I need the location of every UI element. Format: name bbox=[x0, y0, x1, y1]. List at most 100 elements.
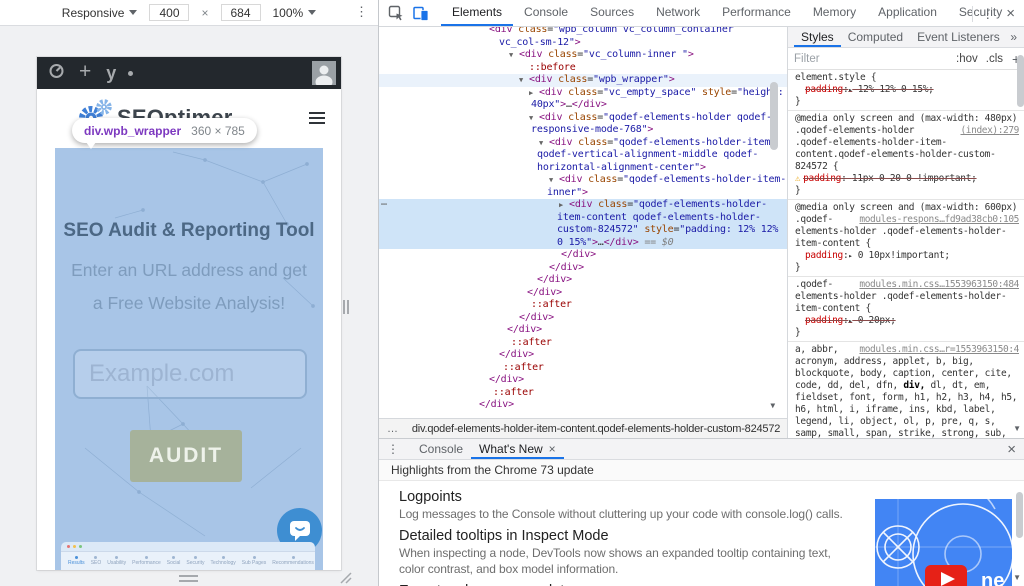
tab-application[interactable]: Application bbox=[867, 0, 948, 26]
tree-line[interactable]: vc_col-sm-12"> bbox=[379, 37, 787, 50]
breadcrumb-selected-node[interactable]: div.qodef-elements-holder-item-content.q… bbox=[412, 423, 780, 435]
style-rule-line[interactable]: acronym, address, applet, b, big, bbox=[795, 356, 1019, 368]
zoom-dropdown[interactable]: 100% bbox=[273, 6, 317, 20]
tree-line[interactable]: 0 15%">…</div> == $0 bbox=[379, 237, 787, 250]
whatsnew-item-title[interactable]: Logpoints bbox=[399, 489, 855, 505]
style-rule-line[interactable]: item-content { bbox=[795, 303, 1019, 315]
styles-scrollbar-thumb[interactable] bbox=[1017, 55, 1024, 107]
tab-memory[interactable]: Memory bbox=[802, 0, 867, 26]
style-rule-line[interactable]: @media only screen and (max-width: 480px… bbox=[795, 113, 1019, 125]
tree-line[interactable]: qodef-vertical-alignment-middle qodef- bbox=[379, 149, 787, 162]
tree-line[interactable]: ::after bbox=[379, 362, 787, 375]
style-rule-line[interactable]: modules.min.css…1553963150:484.qodef- bbox=[795, 279, 1019, 291]
sidebar-tabs-overflow-icon[interactable]: » bbox=[1010, 30, 1017, 44]
viewport-resize-handle-right[interactable] bbox=[343, 300, 349, 314]
tab-network[interactable]: Network bbox=[645, 0, 711, 26]
tree-line[interactable]: ::after bbox=[379, 387, 787, 400]
source-link[interactable]: modules.min.css…r=1553963150:4 bbox=[859, 344, 1019, 356]
tree-line[interactable]: 40px">…</div> bbox=[379, 99, 787, 112]
style-rule-line[interactable]: } bbox=[795, 185, 1019, 197]
new-content-plus-icon[interactable]: + bbox=[79, 63, 91, 81]
style-rule-line[interactable]: .qodef-elements-holder-item- bbox=[795, 137, 1019, 149]
devtools-menu-icon[interactable]: ⋮ bbox=[981, 6, 994, 22]
breadcrumb-ellipsis[interactable]: … bbox=[387, 423, 398, 435]
style-rule-line[interactable]: fieldset, font, form, h1, h2, h3, h4, h5… bbox=[795, 392, 1019, 404]
style-rule-line[interactable]: } bbox=[795, 262, 1019, 274]
device-toolbar-icon[interactable] bbox=[413, 5, 429, 21]
style-rule-line[interactable]: 824572 { bbox=[795, 161, 1019, 173]
style-rule-line[interactable]: h6, html, i, iframe, ins, kbd, label, bbox=[795, 404, 1019, 416]
source-link[interactable]: modules-respons…fd9ad38cb0:105 bbox=[859, 214, 1019, 226]
sidebar-tab-styles[interactable]: Styles bbox=[794, 27, 841, 47]
style-rule-line[interactable]: padding:▸ 0 20px; bbox=[795, 315, 1019, 327]
style-rule-line[interactable]: element.style { bbox=[795, 72, 1019, 84]
tab-performance[interactable]: Performance bbox=[711, 0, 802, 26]
style-rule-line[interactable]: modules.min.css…r=1553963150:4a, abbr, bbox=[795, 344, 1019, 356]
tree-line[interactable]: </div> bbox=[379, 262, 787, 275]
source-link[interactable]: (index):279 bbox=[960, 125, 1019, 137]
tree-line[interactable]: inner"> bbox=[379, 187, 787, 200]
style-rule-line[interactable]: code, dd, del, dfn, div, dl, dt, em, bbox=[795, 380, 1019, 392]
tree-line[interactable]: </div> bbox=[379, 274, 787, 287]
toggle-class-button[interactable]: .cls bbox=[986, 53, 1003, 65]
tab-elements[interactable]: Elements bbox=[441, 0, 513, 26]
style-rule-line[interactable]: elements-holder .qodef-elements-holder- bbox=[795, 226, 1019, 238]
style-rule-line[interactable]: legend, li, object, ol, p, pre, q, s, bbox=[795, 416, 1019, 428]
tree-line[interactable]: ▶<div class="qodef-elements-holder- bbox=[379, 199, 787, 212]
tab-sources[interactable]: Sources bbox=[579, 0, 645, 26]
style-rule-line[interactable]: blockquote, body, caption, center, cite, bbox=[795, 368, 1019, 380]
drawer-scrollbar-thumb[interactable] bbox=[1016, 492, 1023, 538]
url-input[interactable] bbox=[75, 351, 305, 397]
whatsnew-item-title[interactable]: Detailed tooltips in Inspect Mode bbox=[399, 528, 855, 544]
tree-line[interactable]: horizontal-alignment-center"> bbox=[379, 162, 787, 175]
tree-line[interactable]: </div> bbox=[379, 324, 787, 337]
inspect-element-icon[interactable] bbox=[388, 5, 404, 21]
tree-line[interactable]: ▼<div class="wpb_wrapper"> bbox=[379, 74, 787, 87]
tree-line[interactable]: </div> bbox=[379, 249, 787, 262]
style-rule-line[interactable]: (index):279.qodef-elements-holder bbox=[795, 125, 1019, 137]
device-type-dropdown[interactable]: Responsive bbox=[62, 6, 138, 20]
tree-line[interactable]: </div> bbox=[379, 287, 787, 300]
emulation-menu-icon[interactable]: ⋮ bbox=[355, 4, 368, 20]
tree-line[interactable]: </div> bbox=[379, 349, 787, 362]
tree-line[interactable]: item-content qodef-elements-holder- bbox=[379, 212, 787, 225]
sidebar-tab-event-listeners[interactable]: Event Listeners bbox=[910, 27, 1007, 47]
tree-line[interactable]: ▼<div class="vc_column-inner "> bbox=[379, 49, 787, 62]
device-viewport[interactable]: + y SEOp bbox=[37, 57, 341, 570]
tree-gutter-ellipsis[interactable]: … bbox=[381, 197, 388, 208]
tree-line[interactable]: ▶<div class="vc_empty_space" style="heig… bbox=[379, 87, 787, 100]
style-rule-line[interactable]: padding:▸ 0 10px!important; bbox=[795, 250, 1019, 262]
drawer-tab-console[interactable]: Console bbox=[411, 439, 471, 459]
tab-console[interactable]: Console bbox=[513, 0, 579, 26]
tree-line[interactable]: </div> bbox=[379, 399, 787, 412]
tree-line[interactable]: ::after bbox=[379, 337, 787, 350]
dashboard-gauge-icon[interactable] bbox=[48, 62, 65, 84]
elements-scrollbar-thumb[interactable] bbox=[770, 82, 778, 150]
style-rule-line[interactable]: item-content { bbox=[795, 238, 1019, 250]
tree-line[interactable]: ::after bbox=[379, 299, 787, 312]
style-rule-line[interactable]: } bbox=[795, 327, 1019, 339]
tree-line[interactable]: ▼<div class="qodef-elements-holder-item bbox=[379, 137, 787, 150]
style-rule-line[interactable]: } bbox=[795, 96, 1019, 108]
tree-line[interactable]: ::before bbox=[379, 62, 787, 75]
sidebar-tab-computed[interactable]: Computed bbox=[841, 27, 910, 47]
styles-filter-input[interactable] bbox=[794, 53, 948, 65]
tree-line[interactable]: ▼<div class="qodef-elements-holder qodef… bbox=[379, 112, 787, 125]
toggle-hover-state-button[interactable]: :hov bbox=[956, 53, 978, 65]
viewport-width-input[interactable] bbox=[149, 4, 189, 21]
source-link[interactable]: modules.min.css…1553963150:484 bbox=[859, 279, 1019, 291]
style-rule-line[interactable]: @media only screen and (max-width: 600px… bbox=[795, 202, 1019, 214]
style-rule-line[interactable]: samp, small, span, strike, strong, sub, bbox=[795, 428, 1019, 438]
tree-line[interactable]: </div> bbox=[379, 374, 787, 387]
drawer-close-icon[interactable]: × bbox=[1007, 441, 1016, 458]
hamburger-menu-icon[interactable] bbox=[309, 112, 325, 127]
devtools-close-icon[interactable]: × bbox=[1006, 5, 1015, 22]
style-rule-line[interactable]: padding:▸ 12% 12% 0 15%; bbox=[795, 84, 1019, 96]
tree-line[interactable]: custom-824572" style="padding: 12% 12% bbox=[379, 224, 787, 237]
style-rule-line[interactable]: content.qodef-elements-holder-custom- bbox=[795, 149, 1019, 161]
tab-close-icon[interactable]: × bbox=[549, 439, 556, 459]
tree-line[interactable]: responsive-mode-768"> bbox=[379, 124, 787, 137]
drawer-tab-what-s-new[interactable]: What's New× bbox=[471, 439, 564, 459]
user-avatar[interactable] bbox=[312, 61, 336, 85]
viewport-resize-handle-bottom[interactable] bbox=[179, 575, 198, 585]
